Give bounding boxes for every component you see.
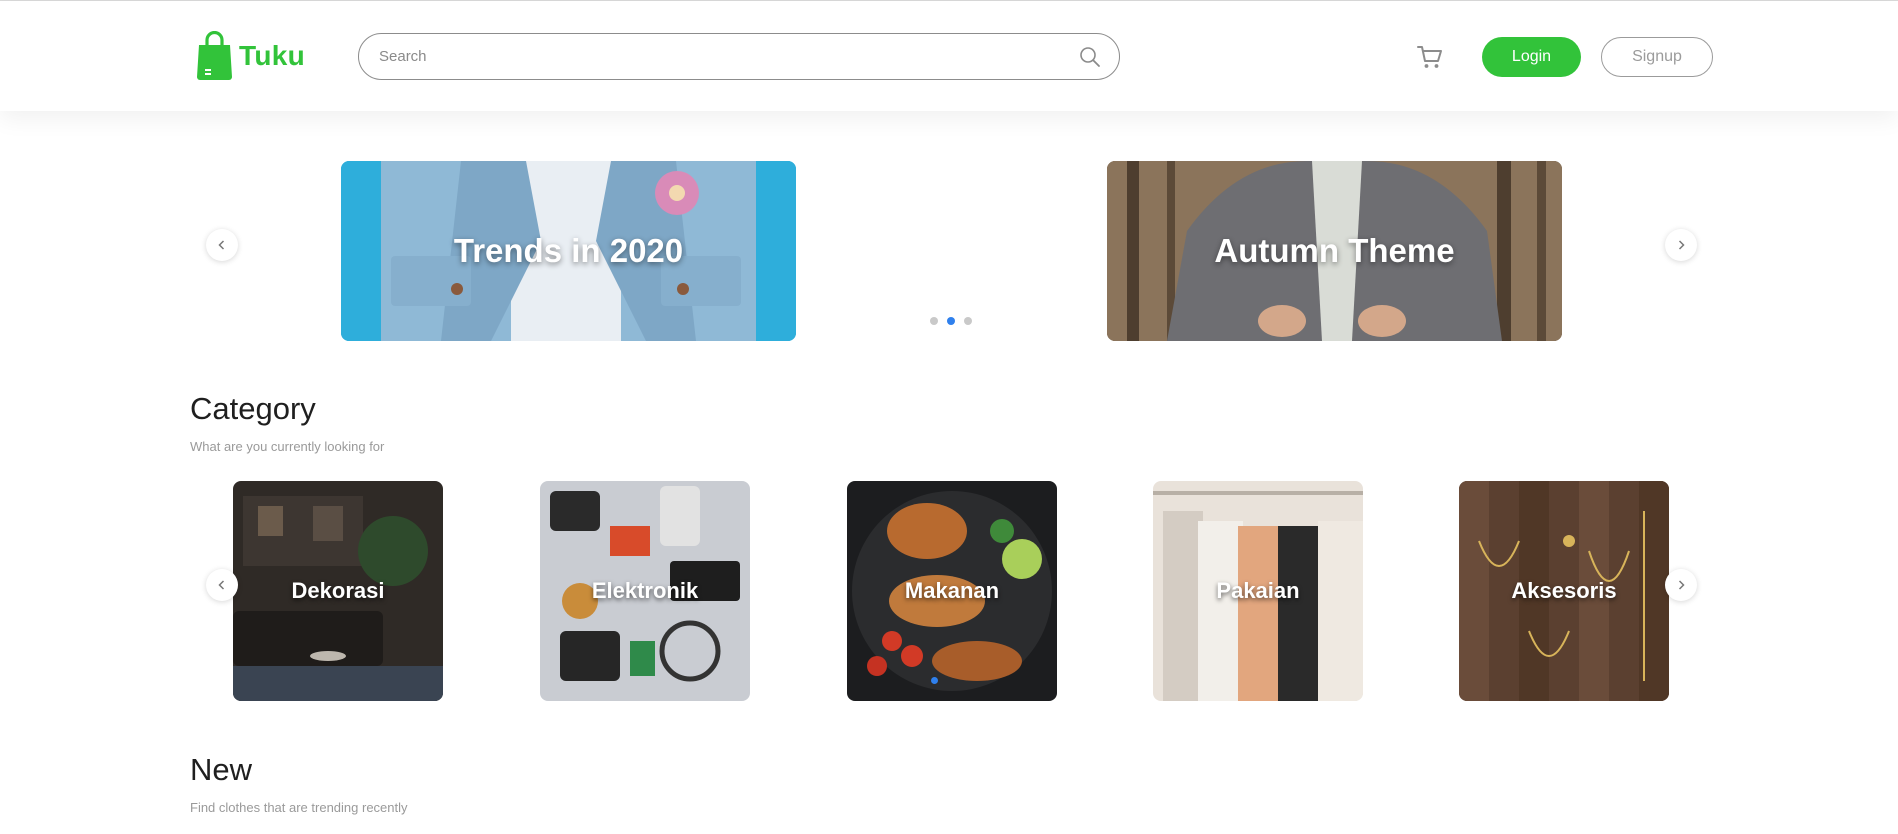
banner-next-button[interactable] (1665, 229, 1697, 261)
signup-button[interactable]: Signup (1601, 37, 1713, 77)
brand-name: Tuku (239, 40, 306, 71)
banner-trends[interactable]: Trends in 2020 (341, 161, 796, 341)
category-pagination (931, 677, 938, 684)
login-button[interactable]: Login (1482, 37, 1581, 77)
category-card-aksesoris[interactable]: Aksesoris (1459, 481, 1669, 701)
pagination-dot-active[interactable] (931, 677, 938, 684)
category-next-button[interactable] (1665, 569, 1697, 601)
chevron-left-icon (218, 240, 225, 250)
site-header: Tuku Login Signup (0, 1, 1898, 111)
banner-autumn[interactable]: Autumn Theme (1107, 161, 1562, 341)
shopping-bag-icon (197, 31, 232, 80)
search-bar[interactable] (358, 33, 1120, 80)
category-title: Category (190, 391, 316, 426)
banner-title: Trends in 2020 (453, 232, 684, 269)
banner-title: Autumn Theme (1214, 232, 1455, 269)
chevron-right-icon (1678, 240, 1685, 250)
pagination-dot[interactable] (930, 317, 938, 325)
category-subtitle: What are you currently looking for (190, 439, 385, 454)
chevron-left-icon (218, 580, 225, 590)
cart-icon[interactable] (1416, 43, 1444, 71)
category-card-pakaian[interactable]: Pakaian (1153, 481, 1363, 701)
banner-pagination (930, 317, 972, 325)
chevron-right-icon (1678, 580, 1685, 590)
category-card-dekorasi[interactable]: Dekorasi (233, 481, 443, 701)
search-icon[interactable] (1079, 46, 1101, 68)
category-card-elektronik[interactable]: Elektronik (540, 481, 750, 701)
category-label: Dekorasi (291, 578, 385, 603)
category-label: Aksesoris (1511, 578, 1617, 603)
category-prev-button[interactable] (206, 569, 238, 601)
pagination-dot-active[interactable] (947, 317, 955, 325)
search-input[interactable] (379, 48, 1079, 65)
category-label: Elektronik (591, 578, 699, 603)
brand-logo[interactable]: Tuku (196, 31, 305, 81)
pagination-dot[interactable] (964, 317, 972, 325)
category-card-makanan[interactable]: Makanan (847, 481, 1057, 701)
banner-prev-button[interactable] (206, 229, 238, 261)
category-label: Makanan (904, 578, 1000, 603)
new-title: New (190, 752, 253, 787)
category-label: Pakaian (1216, 578, 1300, 603)
new-subtitle: Find clothes that are trending recently (190, 800, 408, 815)
